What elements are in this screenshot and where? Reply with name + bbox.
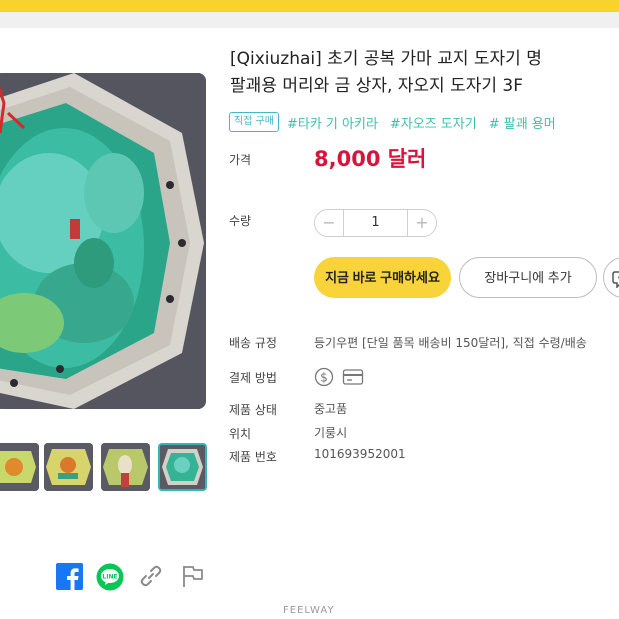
hashtag-3[interactable]: # 팔괘 용머 [489,113,556,132]
condition-label: 제품 상태 [229,403,277,417]
tag-row: 직접 구매 #타카 기 아키라 #자오즈 도자기 # 팔괘 용머 [229,112,568,132]
thumbnail-4-selected[interactable] [158,443,207,491]
hashtag-1[interactable]: #타카 기 아키라 [287,113,378,132]
credit-card-icon [342,369,364,385]
chat-bubble-icon [612,271,619,288]
direct-purchase-badge: 직접 구매 [229,112,279,132]
chat-button[interactable] [603,257,619,298]
payment-label: 결제 방법 [229,371,277,385]
thumbnail-3[interactable] [101,443,150,491]
shipping-label: 배송 규정 [229,336,277,350]
price-label: 가격 [229,153,252,167]
product-title: [Qixiuzhai] 초기 공복 가마 교지 도자기 명 팔괘용 머리와 금 … [230,46,619,100]
report-flag-icon [183,566,203,587]
svg-text:$: $ [320,371,328,385]
location-value: 기룽시 [314,426,348,440]
quantity-input[interactable]: 1 [343,210,408,236]
condition-value: 중고품 [314,402,348,416]
quantity-stepper: − 1 + [314,209,437,237]
main-product-image[interactable] [0,73,206,409]
link-icon [140,565,162,587]
thumbnail-1[interactable] [0,443,39,491]
quantity-increase-button[interactable]: + [408,210,436,236]
top-accent-bar [0,0,619,12]
thumbnail-2[interactable] [44,443,93,491]
line-icon: LINE [96,563,124,591]
product-number-label: 제품 번호 [229,450,277,464]
dollar-coin-icon: $ [314,367,334,387]
add-to-cart-button[interactable]: 장바구니에 추가 [459,257,597,298]
location-label: 위치 [229,427,252,441]
quantity-decrease-button[interactable]: − [315,210,343,236]
facebook-icon [56,563,83,590]
copy-link-button[interactable] [138,563,164,589]
line-share-button[interactable]: LINE [96,563,124,591]
payment-icons: $ [314,367,372,387]
quantity-label: 수량 [229,214,252,228]
top-gray-strip [0,12,619,28]
report-button[interactable] [180,563,206,589]
hashtag-2[interactable]: #자오즈 도자기 [390,113,477,132]
buy-now-button[interactable]: 지금 바로 구매하세요 [314,257,451,298]
product-title-line-1: [Qixiuzhai] 초기 공복 가마 교지 도자기 명 [230,49,542,69]
price-value: 8,000 달러 [314,147,427,171]
footer-brand: FEELWAY [283,605,335,616]
product-number-value: 101693952001 [314,447,406,461]
shipping-value: 등기우편 [단일 품목 배송비 150달러], 직접 수령/배송 [314,336,587,350]
product-title-line-2: 팔괘용 머리와 금 상자, 자오지 도자기 3F [230,76,524,96]
svg-text:LINE: LINE [102,574,117,581]
facebook-share-button[interactable] [56,563,83,590]
